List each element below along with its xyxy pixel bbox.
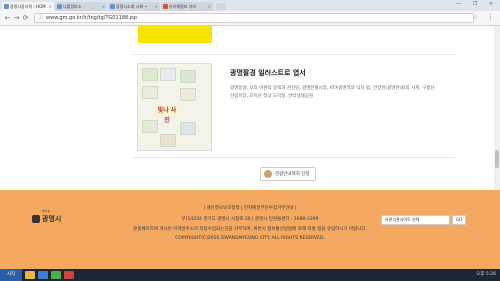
os-taskbar: 시작 오후 5:26 xyxy=(0,269,500,281)
address-bar[interactable]: ⓘ www.gm.go.kr/lr/tng/tg/TG01188.jsp xyxy=(34,13,474,23)
close-icon[interactable]: × xyxy=(155,2,158,11)
site-footer: 빛나는 광명시 | 개인정보보호정책 | 전자메일무단수집거부안내 | 우)14… xyxy=(0,190,500,269)
tab-label: 광명시장서적 : HOM xyxy=(10,4,46,9)
go-button[interactable]: GO xyxy=(452,215,466,225)
tab-label: 나를정보소 xyxy=(63,4,82,9)
browser-tab[interactable]: 가이해정보 가이 × xyxy=(161,2,213,11)
page-content: 빛나 사진 광명팔경 일러스트로 엽서 광명동굴, 오리 이원익 종택과 관감당… xyxy=(0,26,500,190)
browser-icon[interactable] xyxy=(38,271,48,279)
close-icon[interactable]: × xyxy=(102,2,105,11)
browser-tab[interactable]: 나를정보소 × xyxy=(55,2,107,11)
postcard-image xyxy=(160,134,176,147)
postcard-image xyxy=(142,68,158,81)
bookmark-star-icon[interactable]: ☆ xyxy=(473,14,478,21)
back-icon[interactable]: ← xyxy=(3,14,12,22)
button-label: 관광안내책자 신청 xyxy=(275,172,310,177)
url-text: www.gm.go.kr/lr/tng/tg/TG01188.jsp xyxy=(46,15,137,21)
browser-toolbar: ← → ⟳ ⓘ www.gm.go.kr/lr/tng/tg/TG01188.j… xyxy=(0,11,500,26)
forward-icon[interactable]: → xyxy=(12,14,21,22)
close-icon[interactable]: × xyxy=(49,2,52,11)
menu-icon[interactable]: ⋮ xyxy=(487,13,494,21)
favicon-icon xyxy=(110,4,115,9)
new-tab-button[interactable] xyxy=(216,3,226,10)
close-icon[interactable]: × xyxy=(208,2,211,11)
related-site-select[interactable]: 유관기관사이트 선택 xyxy=(381,215,450,225)
item-title: 광명팔경 일러스트로 엽서 xyxy=(230,69,306,77)
browser-tab[interactable]: 광명시장서적 : HOM × xyxy=(2,2,54,11)
divider xyxy=(133,54,455,55)
scrollbar-thumb[interactable] xyxy=(495,150,499,168)
postcard-image xyxy=(180,70,196,83)
start-button[interactable]: 시작 xyxy=(0,269,22,281)
tour-guide-request-button[interactable]: 관광안내책자 신청 xyxy=(260,167,316,181)
browser-tab[interactable]: 광명시소회 시화 ~ × xyxy=(108,2,160,11)
app-icon[interactable] xyxy=(64,271,74,279)
favicon-icon xyxy=(4,4,9,9)
postcard-image xyxy=(180,122,196,135)
page-scrollbar[interactable] xyxy=(494,26,500,190)
postcard-image xyxy=(142,86,158,99)
footer-notice: 본홈페이지에 게시된 이메일주소가 자동수집되는것을 거부하며, 위반시 정보통… xyxy=(133,227,367,232)
previous-item-image[interactable] xyxy=(138,26,212,43)
folder-icon[interactable] xyxy=(25,271,35,279)
window-controls[interactable]: — ❐ ✕ xyxy=(456,1,498,7)
system-clock: 오후 5:26 xyxy=(476,272,496,277)
chrome-icon[interactable] xyxy=(51,271,61,279)
page-info-icon[interactable]: ⓘ xyxy=(38,14,43,22)
divider xyxy=(133,157,455,158)
brochure-icon xyxy=(264,170,272,178)
postcard-thumbnail[interactable]: 빛나 사진 xyxy=(137,63,212,151)
tab-label: 광명시소회 시화 ~ xyxy=(116,4,148,9)
favicon-icon xyxy=(163,4,168,9)
footer-links[interactable]: | 개인정보보호정책 | 전자메일무단수집거부안내 | xyxy=(0,205,500,211)
reload-icon[interactable]: ⟳ xyxy=(21,14,30,22)
favicon-icon xyxy=(57,4,62,9)
postcard-image xyxy=(160,68,176,81)
item-description: 광명동굴, 오리 이원익 종택과 관감당, 광명전통시장, KTX광명역의 낙차… xyxy=(230,86,435,99)
footer-copyright: COPYRIGHT(C)2016 GWANGMYEONG CITY. ALL R… xyxy=(175,236,325,241)
browser-tab-bar: 광명시장서적 : HOM × 나를정보소 × 광명시소회 시화 ~ × 가이해정보 가… xyxy=(0,0,500,11)
tab-label: 가이해정보 가이 xyxy=(169,4,197,9)
postcard-image xyxy=(180,88,196,101)
postcard-image xyxy=(142,120,158,133)
postcard-title-art: 빛나 사진 xyxy=(156,106,178,124)
